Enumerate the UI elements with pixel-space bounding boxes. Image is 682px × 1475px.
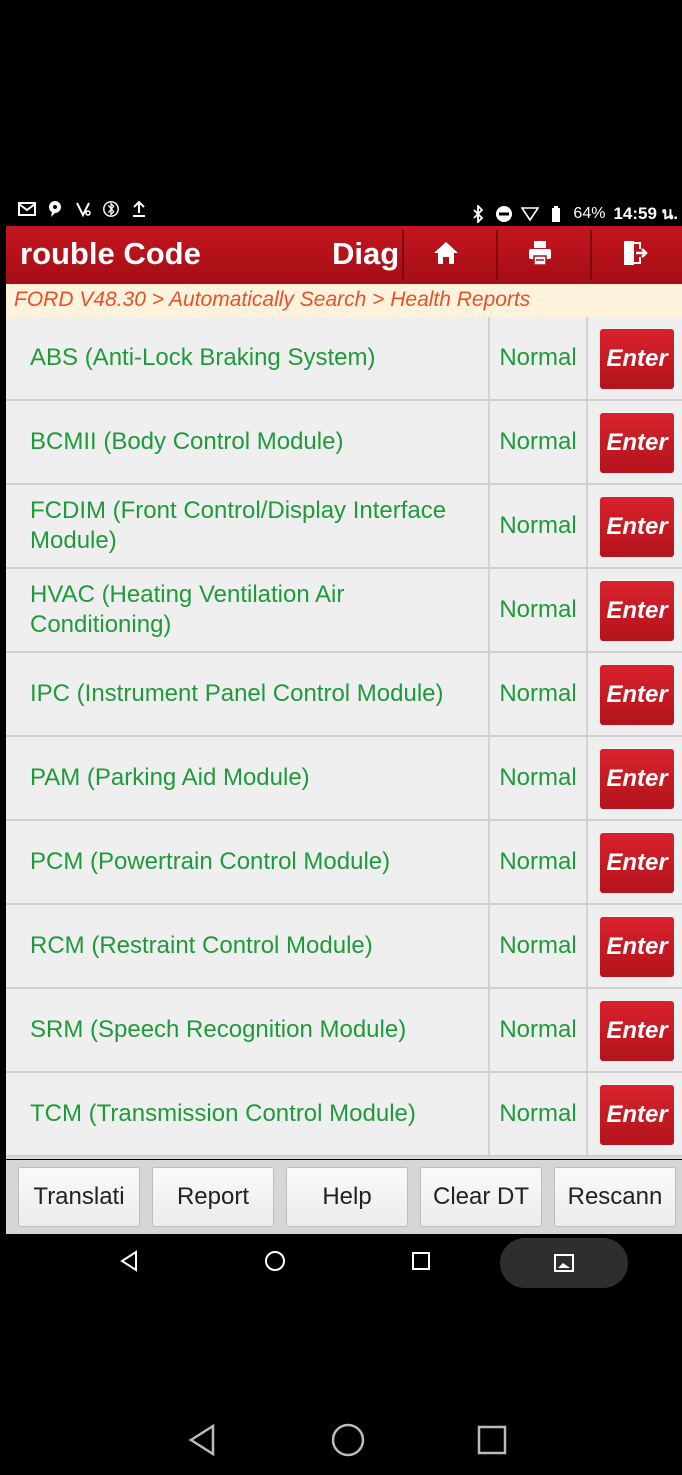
- home-nav-button[interactable]: [260, 1246, 290, 1276]
- module-status: Normal: [490, 821, 588, 903]
- back-triangle-icon: [120, 1250, 137, 1272]
- table-row: IPC (Instrument Panel Control Module) No…: [6, 653, 682, 737]
- exit-button[interactable]: [590, 230, 676, 280]
- clear-dtc-button[interactable]: Clear DT: [420, 1167, 542, 1227]
- battery-icon: [547, 205, 565, 223]
- recents-button[interactable]: [406, 1246, 436, 1276]
- translate-button[interactable]: Translati: [18, 1167, 140, 1227]
- system-nav-bar: [6, 1400, 682, 1475]
- enter-cell: Enter: [588, 821, 682, 903]
- bluetooth-icon: [469, 204, 487, 223]
- enter-cell: Enter: [588, 485, 682, 567]
- module-name: TCM (Transmission Control Module): [6, 1073, 490, 1155]
- clock: 14:59 น.: [613, 204, 678, 223]
- enter-cell: Enter: [588, 653, 682, 735]
- usb-debug-icon: [74, 200, 92, 218]
- help-button[interactable]: Help: [286, 1167, 408, 1227]
- enter-button[interactable]: Enter: [600, 329, 674, 389]
- module-status: Normal: [490, 989, 588, 1071]
- screenshot-pill[interactable]: [500, 1238, 628, 1288]
- screen: 64% 14:59 น. rouble Code Diag FORD V48.3…: [6, 0, 682, 1475]
- enter-button[interactable]: Enter: [600, 665, 674, 725]
- module-name: PAM (Parking Aid Module): [6, 737, 490, 819]
- module-status: Normal: [490, 737, 588, 819]
- battery-percent: 64%: [573, 204, 606, 222]
- table-row: TCM (Transmission Control Module) Normal…: [6, 1073, 682, 1157]
- module-status: Normal: [490, 1073, 588, 1155]
- back-button[interactable]: [114, 1246, 144, 1276]
- exit-icon: [620, 239, 648, 272]
- system-back-button[interactable]: [182, 1420, 222, 1460]
- back-triangle-icon: [188, 1423, 215, 1457]
- report-button[interactable]: Report: [152, 1167, 274, 1227]
- mail-icon: [18, 200, 36, 218]
- system-recents-button[interactable]: [472, 1420, 512, 1460]
- enter-cell: Enter: [588, 401, 682, 483]
- enter-button[interactable]: Enter: [600, 917, 674, 977]
- enter-button[interactable]: Enter: [600, 1085, 674, 1145]
- module-status: Normal: [490, 569, 588, 651]
- breadcrumb: FORD V48.30 > Automatically Search > Hea…: [6, 284, 682, 317]
- do-not-disturb-icon: [495, 205, 513, 223]
- enter-cell: Enter: [588, 569, 682, 651]
- table-row: SRM (Speech Recognition Module) Normal E…: [6, 989, 682, 1073]
- module-name: RCM (Restraint Control Module): [6, 905, 490, 987]
- system-home-button[interactable]: [328, 1420, 368, 1460]
- module-name: FCDIM (Front Control/Display Interface M…: [6, 485, 490, 567]
- rescan-button[interactable]: Rescann: [554, 1167, 676, 1227]
- page-title-secondary: Diag: [332, 236, 400, 271]
- bottom-toolbar: Translati Report Help Clear DT Rescann: [6, 1160, 682, 1234]
- enter-button[interactable]: Enter: [600, 581, 674, 641]
- enter-button[interactable]: Enter: [600, 497, 674, 557]
- status-bar: 64% 14:59 น.: [6, 196, 682, 226]
- enter-cell: Enter: [588, 1073, 682, 1155]
- upload-icon: [130, 200, 148, 218]
- table-row: FCDIM (Front Control/Display Interface M…: [6, 485, 682, 569]
- table-row: PCM (Powertrain Control Module) Normal E…: [6, 821, 682, 905]
- printer-icon: [526, 239, 554, 272]
- recents-square-icon: [477, 1425, 507, 1455]
- module-status: Normal: [490, 905, 588, 987]
- home-circle-icon: [331, 1423, 365, 1457]
- module-name: PCM (Powertrain Control Module): [6, 821, 490, 903]
- enter-cell: Enter: [588, 737, 682, 819]
- table-row: HVAC (Heating Ventilation Air Conditioni…: [6, 569, 682, 653]
- table-row: RCM (Restraint Control Module) Normal En…: [6, 905, 682, 989]
- enter-cell: Enter: [588, 989, 682, 1071]
- bluetooth-circle-icon: [102, 200, 120, 218]
- module-name: SRM (Speech Recognition Module): [6, 989, 490, 1071]
- image-icon: [553, 1253, 575, 1278]
- enter-button[interactable]: Enter: [600, 1001, 674, 1061]
- module-name: BCMII (Body Control Module): [6, 401, 490, 483]
- home-button[interactable]: [402, 230, 488, 280]
- chat-icon: [46, 200, 64, 218]
- status-right-icons: 64% 14:59 น.: [469, 200, 678, 227]
- enter-cell: Enter: [588, 905, 682, 987]
- module-status: Normal: [490, 317, 588, 399]
- enter-button[interactable]: Enter: [600, 833, 674, 893]
- table-row: PAM (Parking Aid Module) Normal Enter: [6, 737, 682, 821]
- home-icon: [432, 240, 460, 271]
- enter-button[interactable]: Enter: [600, 749, 674, 809]
- enter-cell: Enter: [588, 317, 682, 399]
- module-status: Normal: [490, 653, 588, 735]
- table-row: BCMII (Body Control Module) Normal Enter: [6, 401, 682, 485]
- page-title: rouble Code: [20, 236, 201, 271]
- signal-icon: [521, 205, 540, 223]
- module-status: Normal: [490, 485, 588, 567]
- module-status: Normal: [490, 401, 588, 483]
- app-title-bar: rouble Code Diag: [6, 226, 682, 284]
- status-left-icons: [18, 200, 148, 218]
- recents-square-icon: [412, 1252, 430, 1270]
- module-list: ABS (Anti-Lock Braking System) Normal En…: [6, 317, 682, 1159]
- app-nav-bar: [6, 1234, 682, 1290]
- module-name: IPC (Instrument Panel Control Module): [6, 653, 490, 735]
- home-circle-icon: [265, 1251, 285, 1271]
- module-name: HVAC (Heating Ventilation Air Conditioni…: [6, 569, 490, 651]
- enter-button[interactable]: Enter: [600, 413, 674, 473]
- module-name: ABS (Anti-Lock Braking System): [6, 317, 490, 399]
- print-button[interactable]: [496, 230, 582, 280]
- table-row: ABS (Anti-Lock Braking System) Normal En…: [6, 317, 682, 401]
